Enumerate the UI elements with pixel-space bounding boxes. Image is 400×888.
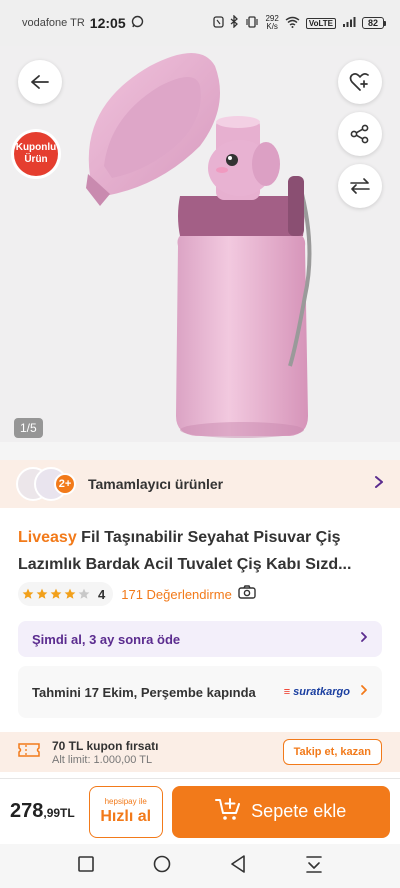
price: 278 ,99TL — [10, 800, 75, 823]
battery-level: 82 — [362, 17, 384, 29]
product-image-gallery[interactable]: Kuponlu Ürün 1/5 — [0, 46, 400, 442]
product-detail-screen: vodafone TR 12:05 292 K/s VoLTE 82 Kupon… — [0, 0, 400, 888]
rating-stars — [22, 588, 90, 600]
vibrate-icon — [245, 15, 259, 31]
complementary-products-row[interactable]: 2+ Tamamlayıcı ürünler — [0, 460, 400, 508]
back-button[interactable] — [18, 60, 62, 104]
price-decimal: ,99TL — [43, 806, 75, 820]
ticket-icon — [18, 742, 40, 763]
cargo-logo-text: suratkargo — [293, 686, 350, 698]
complementary-label: Tamamlayıcı ürünler — [88, 476, 224, 492]
purchase-bar: 278 ,99TL hepsipay ile Hızlı al Sepete e… — [0, 778, 400, 844]
follow-and-earn-button[interactable]: Takip et, kazan — [282, 739, 382, 765]
product-title: Liveasy Fil Taşınabilir Seyahat Pisuvar … — [18, 524, 386, 578]
signal-icon — [342, 16, 356, 31]
share-button[interactable] — [338, 112, 382, 156]
star-icon — [36, 588, 48, 599]
chevron-down-line-icon — [305, 855, 322, 873]
clock: 12:05 — [89, 15, 126, 31]
product-photo — [86, 53, 312, 438]
wifi-icon — [285, 16, 300, 31]
battery-indicator: 82 — [362, 17, 386, 29]
quick-buy-label: Hızlı al — [100, 808, 152, 825]
volte-badge: VoLTE — [305, 17, 336, 29]
rating-value: 4 — [98, 586, 106, 602]
nfc-icon — [213, 15, 225, 31]
surat-kargo-logo: ≡ suratkargo — [284, 686, 350, 698]
triangle-back-icon — [230, 854, 245, 873]
arrow-left-icon — [31, 75, 49, 89]
rating-pill: 4 — [18, 582, 114, 606]
network-speed-unit: K/s — [266, 22, 278, 31]
complementary-count-badge: 2+ — [54, 473, 76, 495]
review-count-link[interactable]: 171 Değerlendirme — [121, 587, 232, 602]
chevron-right-icon — [360, 683, 368, 701]
installment-text: Şimdi al, 3 ay sonra öde — [32, 631, 181, 647]
delivery-text: Tahmini 17 Ekim, Perşembe kapında — [32, 684, 256, 700]
delivery-estimate-row[interactable]: Tahmini 17 Ekim, Perşembe kapında ≡ sura… — [18, 666, 382, 718]
price-main: 278 — [10, 800, 44, 822]
compare-button[interactable] — [338, 164, 382, 208]
coupon-title: 70 TL kupon fırsatı — [52, 738, 159, 753]
cart-add-icon — [215, 797, 241, 826]
coupon-product-badge: Kuponlu Ürün — [14, 132, 58, 176]
swap-arrows-icon — [350, 178, 370, 194]
favorite-button[interactable] — [338, 60, 382, 104]
star-icon — [64, 588, 76, 599]
recents-button[interactable] — [77, 855, 94, 877]
coupon-offer-row: 70 TL kupon fırsatı Alt limit: 1.000,00 … — [0, 732, 400, 772]
home-button[interactable] — [153, 855, 171, 878]
circle-icon — [153, 855, 170, 872]
star-icon — [50, 588, 62, 599]
share-icon — [350, 124, 369, 144]
chevron-right-icon — [374, 475, 384, 494]
buy-now-pay-later-row[interactable]: Şimdi al, 3 ay sonra öde — [18, 621, 382, 657]
status-bar: vodafone TR 12:05 292 K/s VoLTE 82 — [0, 0, 400, 46]
product-title-line1: Fil Taşınabilir Seyahat Pisuvar Çiş — [81, 529, 341, 546]
heart-add-icon — [349, 73, 369, 91]
star-icon — [22, 588, 34, 599]
hepsipay-label: hepsipay ile — [104, 797, 147, 806]
coupon-limit: Alt limit: 1.000,00 TL — [52, 753, 153, 766]
system-back-button[interactable] — [230, 854, 246, 878]
complementary-thumbnails: 2+ — [16, 467, 82, 501]
product-title-line2: Lazımlık Bardak Acil Tuvalet Çiş Kabı Sı… — [18, 556, 352, 573]
hide-navbar-button[interactable] — [305, 855, 323, 878]
hepsipay-quick-buy-button[interactable]: hepsipay ile Hızlı al — [88, 785, 163, 838]
whatsapp-icon — [131, 15, 144, 31]
add-to-cart-button[interactable]: Sepete ekle — [171, 785, 390, 838]
network-speed: 292 K/s — [265, 15, 278, 31]
camera-icon — [238, 584, 256, 604]
star-icon — [78, 588, 90, 599]
add-to-cart-label: Sepete ekle — [251, 801, 347, 821]
image-counter: 1/5 — [14, 418, 43, 438]
coupon-badge-line1: Kuponlu — [15, 142, 57, 153]
cargo-logo-mark: ≡ — [283, 686, 291, 698]
rating-row[interactable]: 4 171 Değerlendirme — [18, 582, 256, 606]
carrier-name: vodafone TR — [22, 17, 85, 29]
bluetooth-icon — [230, 14, 239, 31]
coupon-badge-line2: Ürün — [24, 154, 48, 165]
section-divider — [0, 442, 400, 460]
square-icon — [77, 855, 94, 872]
system-navigation-bar — [0, 844, 400, 888]
brand-link[interactable]: Liveasy — [18, 529, 77, 546]
chevron-right-icon — [360, 630, 368, 648]
